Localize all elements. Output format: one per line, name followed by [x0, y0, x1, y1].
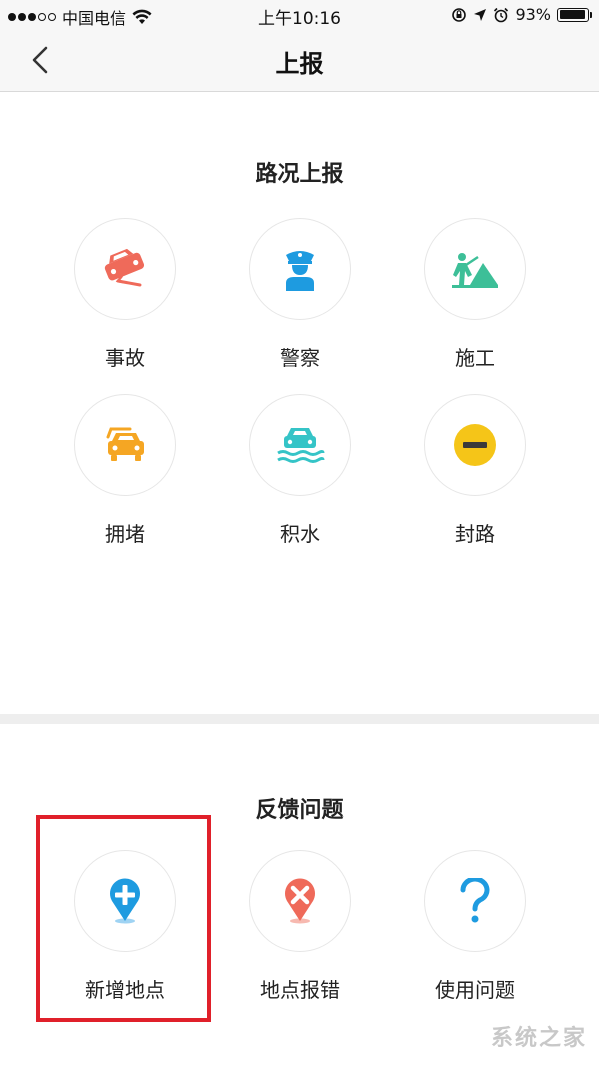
item-label: 施工	[455, 346, 495, 370]
item-label: 地点报错	[260, 978, 340, 1002]
item-circle	[74, 218, 176, 320]
feedback-item-location-error[interactable]: 地点报错	[230, 850, 370, 1002]
alarm-icon	[494, 7, 509, 22]
status-right: 93%	[451, 5, 592, 24]
watermark: 系统之家	[490, 1026, 587, 1051]
item-circle	[249, 218, 351, 320]
police-icon	[286, 251, 314, 291]
nav-bar: 上报	[0, 30, 599, 92]
question-icon	[460, 878, 490, 923]
battery-percent: 93%	[515, 5, 551, 24]
section-title-road-report: 路况上报	[255, 162, 344, 187]
item-circle	[74, 394, 176, 496]
feedback-item-usage-problem[interactable]: 使用问题	[405, 850, 545, 1002]
item-circle	[424, 394, 526, 496]
highlight-box	[36, 815, 211, 1022]
item-circle	[249, 850, 351, 952]
road-report-section: 路况上报 事故 警察 施工 拥堵 积水 封路	[0, 92, 599, 712]
report-item-police[interactable]: 警察	[230, 218, 370, 370]
orientation-lock-icon	[452, 7, 467, 22]
flooding-icon	[277, 428, 325, 463]
item-label: 警察	[280, 346, 320, 370]
traffic-jam-icon	[106, 427, 144, 461]
item-circle	[249, 394, 351, 496]
location-arrow-icon	[474, 8, 487, 21]
car-accident-icon	[104, 248, 145, 287]
report-item-accident[interactable]: 事故	[55, 218, 195, 370]
status-bar: 中国电信 上午10:16 93%	[0, 0, 599, 30]
item-label: 拥堵	[105, 522, 145, 546]
item-circle	[424, 850, 526, 952]
report-item-traffic-jam[interactable]: 拥堵	[55, 394, 195, 546]
item-label: 使用问题	[435, 978, 515, 1002]
item-label: 积水	[280, 522, 320, 546]
construction-icon	[452, 253, 498, 288]
road-closed-icon	[454, 424, 496, 466]
section-divider	[0, 714, 599, 724]
report-item-flooding[interactable]: 积水	[230, 394, 370, 546]
page-title: 上报	[275, 50, 324, 78]
location-error-icon	[285, 878, 315, 924]
item-circle	[424, 218, 526, 320]
item-label: 事故	[105, 346, 145, 370]
report-item-road-closed[interactable]: 封路	[405, 394, 545, 546]
battery-icon	[557, 7, 592, 22]
report-item-construction[interactable]: 施工	[405, 218, 545, 370]
item-label: 封路	[455, 522, 495, 546]
